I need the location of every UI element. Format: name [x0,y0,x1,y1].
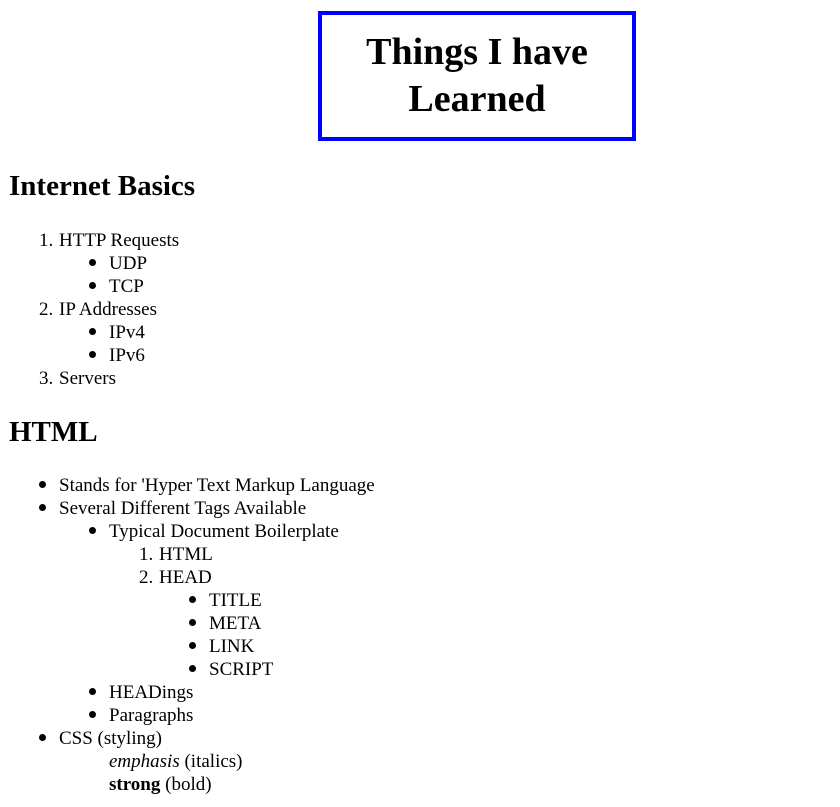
css-strong-line: strong (bold) [109,773,212,796]
bullet-icon [89,351,96,358]
list-item-http-requests: HTTP Requests [59,230,180,251]
bullet-icon [39,481,46,488]
list-item-boilerplate: Typical Document Boilerplate [109,521,339,542]
list-item-udp: UDP [109,253,148,274]
bullet-icon [189,665,196,672]
list-number: 1. [39,230,54,251]
list-item-several-tags: Several Different Tags Available [59,498,307,519]
bullet-icon [89,527,96,534]
list-item-paragraphs: Paragraphs [109,705,194,726]
bullet-icon [89,328,96,335]
bullet-icon [89,688,96,695]
list-item-html-tag: HTML [159,544,213,565]
bullet-icon [89,282,96,289]
strong-note: (bold) [165,774,212,795]
page-title-line-2: Learned [408,78,546,120]
list-number: 1. [139,544,154,565]
page-title: Things I have Learned [318,11,636,141]
section-heading-internet-basics: Internet Basics [9,170,196,202]
list-item-meta-tag: META [209,613,262,634]
list-item-ipv6: IPv6 [109,345,145,366]
page-title-line-1: Things I have [366,31,588,73]
list-item-script-tag: SCRIPT [209,659,274,680]
list-item-ipv4: IPv4 [109,322,145,343]
list-item-link-tag: LINK [209,636,255,657]
section-heading-html: HTML [9,416,98,448]
emphasis-word: emphasis [109,751,180,772]
list-number: 3. [39,368,54,389]
bullet-icon [39,504,46,511]
list-item-servers: Servers [59,368,116,389]
list-item-head-tag: HEAD [159,567,212,588]
bullet-icon [89,711,96,718]
list-number: 2. [39,299,54,320]
list-number: 2. [139,567,154,588]
list-item-stands-for: Stands for 'Hyper Text Markup Language [59,475,375,496]
list-item-tcp: TCP [109,276,144,297]
list-item-headings: HEADings [109,682,194,703]
list-item-ip-addresses: IP Addresses [59,299,157,320]
page: Things I have Learned Internet Basics 1.… [0,0,840,807]
bullet-icon [39,734,46,741]
css-emphasis-line: emphasis (italics) [109,750,243,773]
emphasis-note: (italics) [184,751,243,772]
list-item-css: CSS (styling) [59,728,162,749]
bullet-icon [189,596,196,603]
bullet-icon [89,259,96,266]
strong-word: strong [109,774,161,795]
bullet-icon [189,642,196,649]
list-item-title-tag: TITLE [209,590,262,611]
bullet-icon [189,619,196,626]
